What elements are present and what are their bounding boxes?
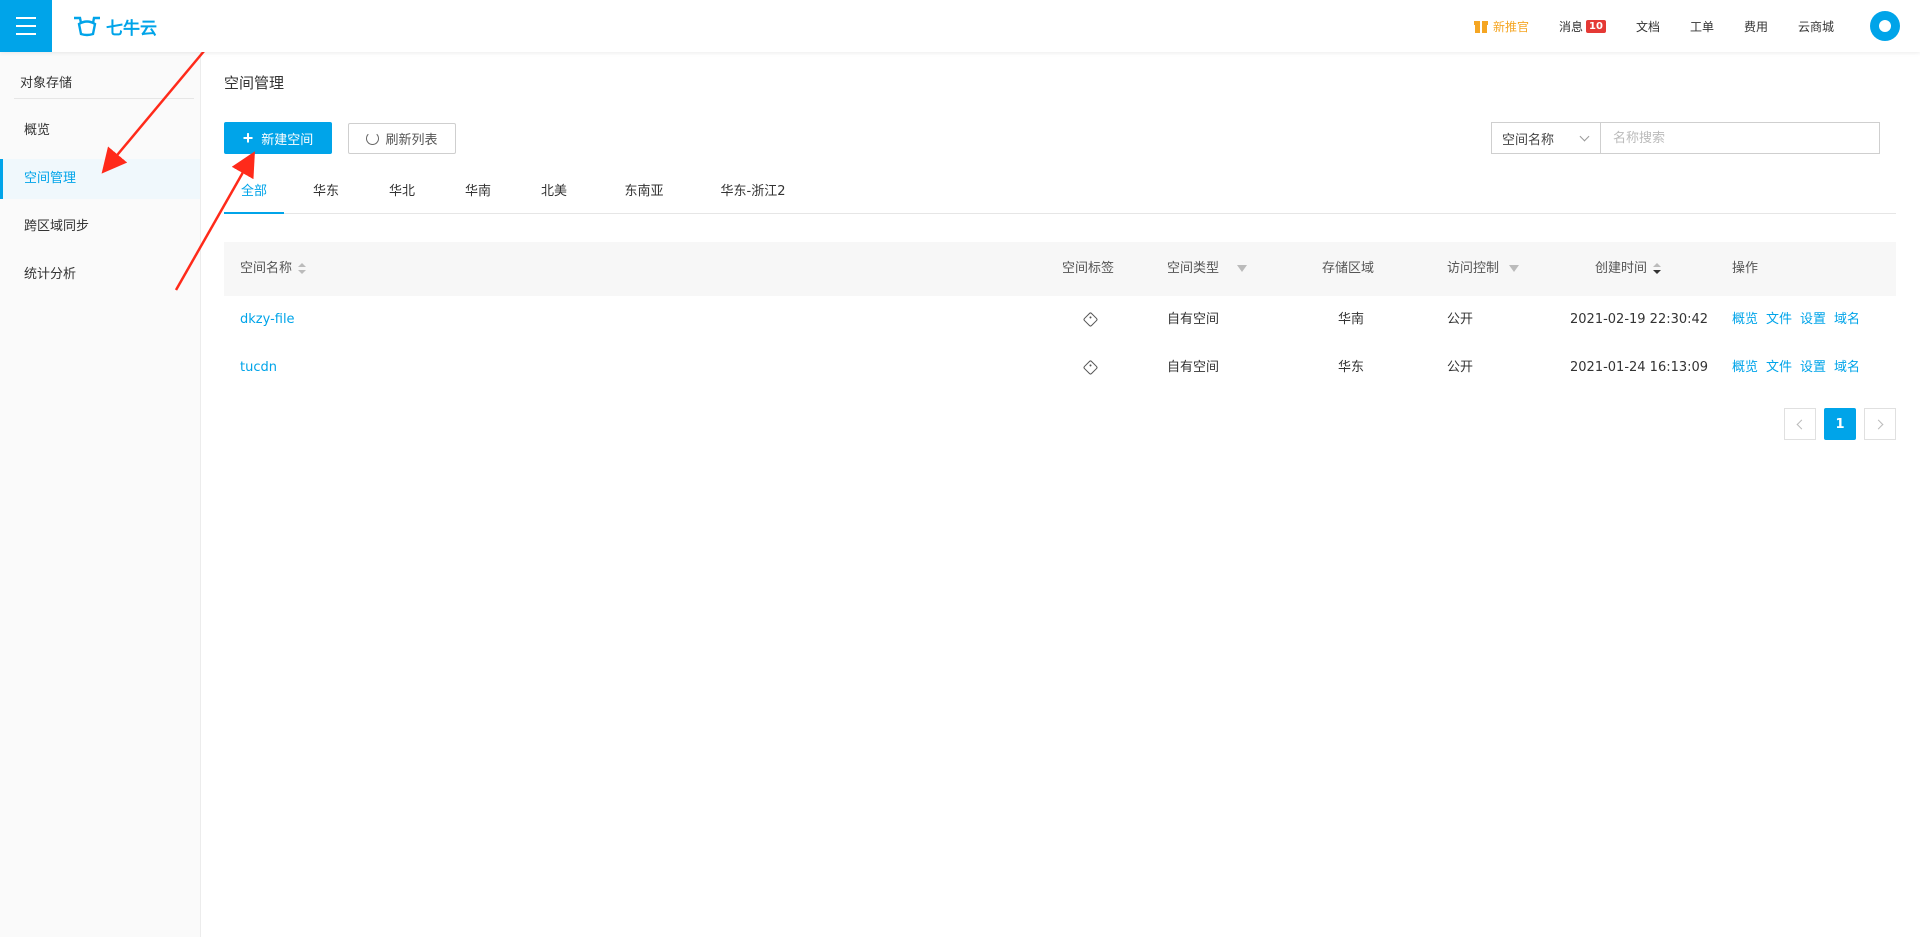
page-title: 空间管理	[224, 74, 285, 92]
logo[interactable]: 七牛云	[72, 13, 157, 39]
logo-text: 七牛云	[106, 18, 157, 39]
search-field-select[interactable]: 空间名称	[1491, 122, 1601, 154]
tab-east-china-zhejiang2[interactable]: 华东-浙江2	[708, 178, 798, 214]
bucket-type: 自有空间	[1167, 312, 1220, 327]
pagination-prev-button[interactable]	[1784, 408, 1816, 440]
region-tabs: 全部 华东 华北 华南 北美 东南亚 华东-浙江2	[224, 178, 1896, 214]
action-files-link[interactable]: 文件	[1766, 360, 1792, 375]
sidebar-item-bucket-management[interactable]: 空间管理	[0, 159, 200, 199]
logo-icon	[74, 16, 100, 37]
header-access: 访问控制	[1447, 242, 1520, 296]
sidebar: 对象存储 概览 空间管理 跨区域同步 统计分析	[0, 52, 201, 937]
header-type: 空间类型	[1167, 242, 1248, 296]
tab-north-china[interactable]: 华北	[384, 178, 420, 214]
tag-button[interactable]	[1082, 296, 1099, 344]
refresh-list-button[interactable]: 刷新列表	[348, 123, 456, 154]
new-bucket-label: 新建空间	[261, 131, 314, 147]
search-field-value: 空间名称	[1502, 132, 1555, 148]
sidebar-divider	[14, 98, 194, 99]
tab-all[interactable]: 全部	[224, 178, 284, 214]
message-count-badge: 10	[1586, 19, 1606, 33]
bucket-created: 2021-02-19 22:30:42	[1570, 312, 1709, 327]
row-actions: 概览 文件 设置 域名	[1732, 296, 1868, 344]
header-name[interactable]: 空间名称	[240, 242, 307, 296]
marketplace-link[interactable]: 云商城	[1798, 18, 1834, 35]
docs-link[interactable]: 文档	[1636, 18, 1660, 35]
tab-southeast-asia[interactable]: 东南亚	[616, 178, 672, 214]
plus-icon: +	[242, 128, 254, 148]
filter-icon[interactable]	[1509, 265, 1520, 272]
action-domain-link[interactable]: 域名	[1834, 312, 1860, 327]
action-settings-link[interactable]: 设置	[1800, 312, 1826, 327]
bucket-access: 公开	[1447, 360, 1474, 375]
refresh-label: 刷新列表	[385, 132, 438, 147]
action-settings-link[interactable]: 设置	[1800, 360, 1826, 375]
tag-icon	[1082, 359, 1099, 376]
refresh-icon	[366, 132, 380, 145]
action-overview-link[interactable]: 概览	[1732, 360, 1758, 375]
bucket-region: 华东	[1338, 360, 1365, 375]
new-user-label: 新推官	[1492, 19, 1529, 34]
pagination-next-button[interactable]	[1864, 408, 1896, 440]
new-bucket-button[interactable]: + 新建空间	[224, 122, 332, 154]
tag-icon	[1082, 311, 1099, 328]
bucket-region: 华南	[1338, 312, 1365, 327]
chevron-left-icon	[1796, 419, 1807, 429]
user-icon	[1879, 20, 1891, 32]
action-overview-link[interactable]: 概览	[1732, 312, 1758, 327]
sort-icon[interactable]	[298, 262, 307, 275]
new-user-link[interactable]: 新推官	[1473, 18, 1529, 35]
sort-desc-icon[interactable]	[1653, 262, 1662, 275]
sidebar-item-overview[interactable]: 概览	[0, 111, 200, 151]
header-tags: 空间标签	[1062, 261, 1115, 276]
bucket-created: 2021-01-24 16:13:09	[1570, 360, 1709, 375]
top-bar: 七牛云 新推官 消息 10 文档 工单 费用 云商城	[0, 0, 1920, 52]
sidebar-item-statistics[interactable]: 统计分析	[0, 255, 200, 295]
gift-icon	[1473, 19, 1488, 33]
menu-icon[interactable]	[0, 0, 52, 52]
tab-north-america[interactable]: 北美	[536, 178, 572, 214]
top-nav: 新推官 消息 10 文档 工单 费用 云商城	[1445, 0, 1900, 52]
bucket-name-link[interactable]: dkzy-file	[240, 296, 295, 344]
search-input[interactable]	[1600, 122, 1880, 154]
header-created[interactable]: 创建时间	[1595, 242, 1662, 296]
tab-south-china[interactable]: 华南	[460, 178, 496, 214]
sidebar-item-cross-region-sync[interactable]: 跨区域同步	[0, 207, 200, 247]
tab-east-china[interactable]: 华东	[308, 178, 344, 214]
header-ops: 操作	[1732, 261, 1759, 276]
bucket-name-link[interactable]: tucdn	[240, 344, 277, 392]
header-region: 存储区域	[1322, 261, 1375, 276]
table-row: tucdn 自有空间 华东 公开 2021-01-24 16:13:09 概览文…	[224, 344, 1896, 392]
filter-icon[interactable]	[1237, 265, 1248, 272]
bucket-type: 自有空间	[1167, 360, 1220, 375]
messages-label: 消息	[1559, 19, 1584, 34]
messages-link[interactable]: 消息 10	[1559, 18, 1606, 35]
bucket-access: 公开	[1447, 312, 1474, 327]
tickets-link[interactable]: 工单	[1690, 18, 1714, 35]
table-row: dkzy-file 自有空间 华南 公开 2021-02-19 22:30:42…	[224, 296, 1896, 344]
billing-link[interactable]: 费用	[1744, 18, 1768, 35]
chevron-down-icon	[1579, 131, 1590, 142]
action-domain-link[interactable]: 域名	[1834, 360, 1860, 375]
pagination-page-button[interactable]: 1	[1824, 408, 1856, 440]
sidebar-title: 对象存储	[20, 76, 73, 91]
table-header: 空间名称 空间标签 空间类型 存储区域 访问控制 创建时间 操作	[224, 242, 1896, 296]
row-actions: 概览 文件 设置 域名	[1732, 344, 1868, 392]
tag-button[interactable]	[1082, 344, 1099, 392]
chevron-right-icon	[1873, 419, 1884, 429]
action-files-link[interactable]: 文件	[1766, 312, 1792, 327]
avatar[interactable]	[1870, 11, 1900, 41]
